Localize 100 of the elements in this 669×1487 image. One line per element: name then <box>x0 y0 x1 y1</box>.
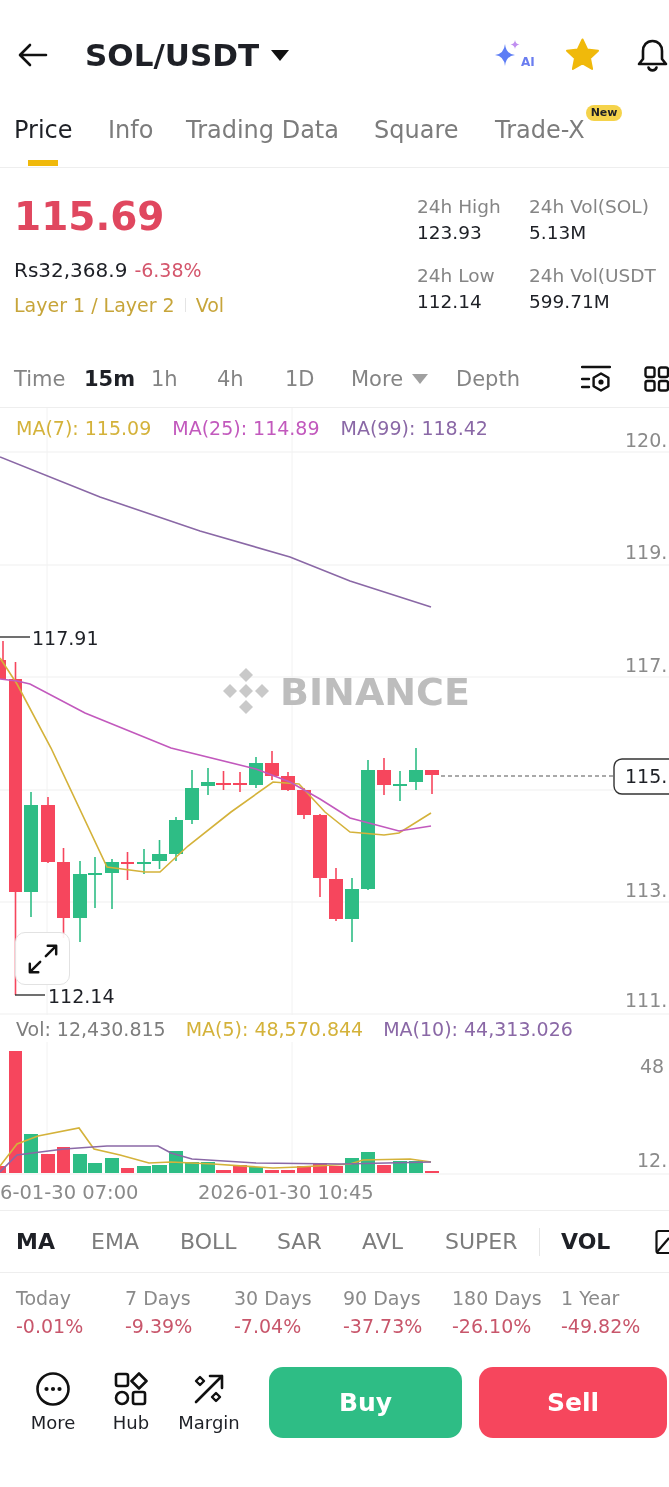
shapes-icon <box>114 1371 148 1406</box>
falling-candle <box>329 867 343 922</box>
period-change: -49.82% <box>561 1314 642 1339</box>
rising-candle <box>105 858 119 910</box>
tab[interactable]: Trade-X <box>495 110 585 166</box>
volume-bar <box>249 1167 263 1173</box>
margin-button[interactable]: Margin <box>170 1371 248 1434</box>
chart-tab[interactable]: Time <box>14 365 66 393</box>
chart-tab[interactable]: 4h <box>217 365 244 393</box>
period-label: 7 Days <box>125 1286 192 1311</box>
volume-bar <box>185 1162 199 1173</box>
grid-icon[interactable] <box>644 366 669 392</box>
category-link[interactable]: Vol <box>195 293 225 317</box>
tab[interactable]: Trading Data <box>186 110 339 166</box>
last-price-tag: 115. <box>613 758 669 795</box>
price-axis-label: 120. <box>625 429 668 451</box>
chart-watermark: BINANCE <box>280 670 470 714</box>
sell-button[interactable]: Sell <box>479 1367 667 1438</box>
indicator-tab[interactable]: AVL <box>362 1227 403 1256</box>
indicator-tab[interactable]: EMA <box>91 1227 139 1256</box>
tab[interactable]: Info <box>108 110 154 166</box>
period-label: Today <box>16 1286 72 1311</box>
chart-tab[interactable]: 1h <box>151 365 178 393</box>
new-badge: New <box>585 105 623 121</box>
volume-axis-label: 48 <box>640 1055 665 1077</box>
more-button[interactable]: More <box>14 1371 92 1434</box>
falling-candle <box>216 770 231 791</box>
price-axis-label: 113. <box>625 879 668 901</box>
rising-candle <box>345 877 359 943</box>
rising-candle <box>393 770 407 802</box>
rising-candle <box>169 816 183 862</box>
falling-candle <box>121 851 134 881</box>
rising-candle <box>249 756 263 789</box>
ma-legend-label: MA(99): 118.42 <box>340 416 488 440</box>
ellipsis-circle-icon <box>36 1371 70 1406</box>
stat-value: 123.93 <box>417 221 483 245</box>
pair-selector[interactable]: SOL/USDT <box>85 36 290 74</box>
volume-bar <box>409 1161 423 1173</box>
period-change: -0.01% <box>16 1314 85 1339</box>
falling-candle <box>233 771 247 793</box>
sparkle-icon <box>494 40 521 67</box>
indicator-tab[interactable]: SAR <box>277 1227 322 1256</box>
chart-tab[interactable]: 15m <box>84 365 136 393</box>
settings-icon[interactable] <box>581 365 611 393</box>
ma-legend-label: MA(7): 115.09 <box>16 416 152 440</box>
rising-candle <box>152 839 167 870</box>
hub-button[interactable]: Hub <box>92 1371 170 1434</box>
period-label: 1 Year <box>561 1286 621 1311</box>
rising-candle <box>409 747 423 791</box>
last-price: 115.69 <box>14 193 166 241</box>
period-change: -26.10% <box>452 1314 533 1339</box>
indicator-tab[interactable]: BOLL <box>180 1227 237 1256</box>
period-label: 180 Days <box>452 1286 543 1311</box>
volume-bar <box>297 1166 311 1173</box>
falling-candle <box>377 757 391 796</box>
rising-candle <box>201 767 215 796</box>
falling-candle <box>0 640 6 681</box>
indicator-tab[interactable]: VOL <box>561 1227 611 1256</box>
bell-icon[interactable] <box>636 38 669 72</box>
chart-tab[interactable]: Depth <box>456 365 520 393</box>
tab[interactable]: Square <box>374 110 459 166</box>
indicator-tab[interactable]: MA <box>16 1227 55 1256</box>
falling-candle <box>265 750 279 781</box>
falling-candle <box>425 769 439 795</box>
volume-bar <box>265 1170 279 1173</box>
volume-bar <box>313 1163 327 1173</box>
stat-label: 24h High <box>417 195 502 219</box>
period-label: 90 Days <box>343 1286 422 1311</box>
time-axis-label: 6-01-30 07:00 <box>0 1181 139 1204</box>
volume-legend-label: Vol: 12,430.815 <box>16 1017 166 1040</box>
expand-button[interactable] <box>15 932 70 985</box>
volume-bar <box>24 1134 38 1173</box>
chart-tab[interactable]: More <box>351 365 429 393</box>
high-price-label: 117.91 <box>32 627 99 649</box>
chart-tab[interactable]: 1D <box>285 365 315 393</box>
volume-bar <box>393 1161 407 1173</box>
star-icon[interactable] <box>565 38 600 72</box>
stat-value: 112.14 <box>417 290 483 314</box>
stat-value: 599.71M <box>529 290 611 314</box>
falling-candle <box>41 796 55 864</box>
rising-candle <box>185 769 199 825</box>
buy-button[interactable]: Buy <box>269 1367 462 1438</box>
stat-label: 24h Vol(SOL) <box>529 195 650 219</box>
volume-axis-label: 12. <box>637 1149 668 1171</box>
indicator-tab[interactable]: SUPER <box>445 1227 518 1256</box>
expand-icon <box>26 942 59 975</box>
period-change: -9.39% <box>125 1314 194 1339</box>
volume-legend-label: MA(10): 44,313.026 <box>383 1017 573 1040</box>
diamond-logo-icon <box>223 668 269 714</box>
square-slash-icon[interactable] <box>655 1228 669 1255</box>
falling-candle <box>281 771 295 792</box>
volume-bar <box>233 1165 247 1173</box>
stat-value: 5.13M <box>529 221 588 245</box>
volume-bar <box>0 1166 6 1173</box>
ai-button[interactable]: AI <box>494 38 536 72</box>
category-link[interactable]: Layer 1 / Layer 2 <box>14 293 175 317</box>
volume-bar <box>281 1170 295 1173</box>
back-arrow-icon[interactable] <box>18 43 48 67</box>
low-leader-line <box>14 994 46 996</box>
volume-bar <box>377 1165 391 1173</box>
